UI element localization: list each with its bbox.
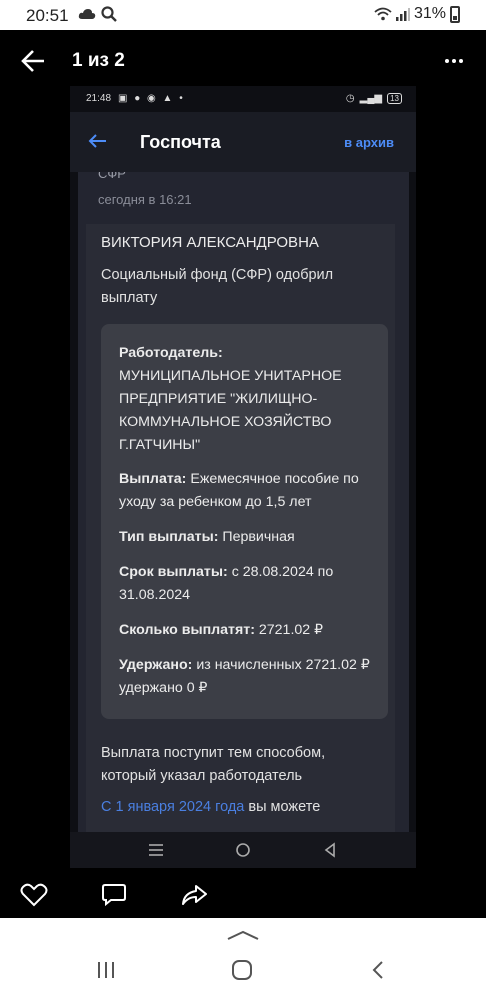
inner-battery: 13 (387, 93, 402, 104)
payment-label: Выплата: (119, 471, 187, 487)
message-date: сегодня в 16:21 (98, 192, 192, 207)
message-feed: СФР сегодня в 16:21 ВИКТОРИЯ АЛЕКСАНДРОВ… (78, 172, 409, 832)
status-bar: 20:51 31% (0, 0, 486, 30)
footer-link[interactable]: С 1 января 2024 года (101, 799, 244, 815)
app-title: Госпочта (140, 132, 221, 152)
message-card: ВИКТОРИЯ АЛЕКСАНДРОВНА Социальный фонд (… (86, 224, 395, 832)
inner-recents-icon[interactable] (146, 840, 166, 860)
term-row: Срок выплаты: с 28.08.2024 по 31.08.2024 (119, 561, 372, 607)
employer-value: МУНИЦИПАЛЬНОЕ УНИТАРНОЕ ПРЕДПРИЯТИЕ "ЖИЛ… (119, 368, 342, 453)
inner-status-right: ◷ ▂▄▆ 13 (346, 93, 402, 104)
comment-icon[interactable] (100, 882, 128, 908)
battery-percent: 31% (413, 5, 446, 22)
inner-time: 21:48 (86, 93, 112, 104)
inner-notification-icons: ▣ ● ◉ ▲ • (118, 93, 185, 104)
page-counter: 1 из 2 (72, 50, 125, 71)
battery-icon (450, 5, 460, 23)
withheld-row: Удержано: из начисленных 2721.02 ₽ удерж… (119, 654, 372, 700)
type-row: Тип выплаты: Первичная (119, 526, 372, 549)
inner-signal-icon: ▂▄▆ (359, 93, 383, 104)
signal-icon (395, 8, 410, 21)
type-label: Тип выплаты: (119, 529, 219, 545)
cloud-icon (78, 9, 96, 19)
app-header: Госпочта в архив (70, 112, 416, 172)
footer-tail: вы можете (248, 799, 321, 815)
viewer-top-bar: 1 из 2 (0, 30, 486, 92)
inner-status-bar: 21:48 ▣ ● ◉ ▲ • ◷ ▂▄▆ 13 (70, 86, 416, 112)
status-time: 20:51 (26, 6, 69, 25)
withheld-label: Удержано: (119, 657, 193, 673)
chevron-up-icon[interactable] (225, 928, 261, 942)
employer-label: Работодатель: (119, 345, 223, 361)
wifi-icon (374, 7, 392, 21)
home-icon[interactable] (230, 958, 254, 982)
inner-alarm-icon: ◷ (345, 93, 355, 104)
message-sender: СФР (98, 172, 126, 181)
amount-label: Сколько выплатят: (119, 622, 255, 638)
more-options-icon[interactable] (440, 48, 468, 74)
approval-text: Социальный фонд (СФР) одобрил выплату (101, 267, 334, 306)
payment-row: Выплата: Ежемесячное пособие по уходу за… (119, 468, 372, 514)
system-nav-bar (0, 918, 486, 1000)
amount-row: Сколько выплатят: 2721.02 ₽ (119, 619, 372, 642)
payment-details: Работодатель: МУНИЦИПАЛЬНОЕ УНИТАРНОЕ ПР… (101, 324, 388, 719)
recipient-name: ВИКТОРИЯ АЛЕКСАНДРОВНА (101, 234, 319, 251)
inner-back-arrow-icon[interactable] (86, 132, 108, 150)
viewer-actions (0, 868, 486, 924)
like-icon[interactable] (20, 882, 48, 908)
recents-icon[interactable] (94, 958, 118, 982)
inner-nav-bar (70, 832, 416, 868)
term-label: Срок выплаты: (119, 564, 228, 580)
footer-text: Выплата поступит тем способом, который у… (101, 745, 326, 784)
footer-line: С 1 января 2024 года вы можете (101, 796, 401, 819)
employer-row: Работодатель: МУНИЦИПАЛЬНОЕ УНИТАРНОЕ ПР… (119, 342, 372, 457)
share-icon[interactable] (180, 882, 208, 908)
amount-value: 2721.02 ₽ (258, 622, 324, 638)
inner-home-icon[interactable] (233, 840, 253, 860)
inner-back-icon[interactable] (320, 840, 340, 860)
back-arrow-icon[interactable] (16, 46, 50, 76)
search-icon (101, 6, 117, 22)
type-value: Первичная (222, 529, 295, 545)
back-icon[interactable] (366, 958, 390, 982)
screenshot-image: 21:48 ▣ ● ◉ ▲ • ◷ ▂▄▆ 13 Госпочта в архи… (70, 86, 416, 868)
status-right: 31% (374, 5, 460, 23)
archive-button[interactable]: в архив (344, 135, 394, 150)
